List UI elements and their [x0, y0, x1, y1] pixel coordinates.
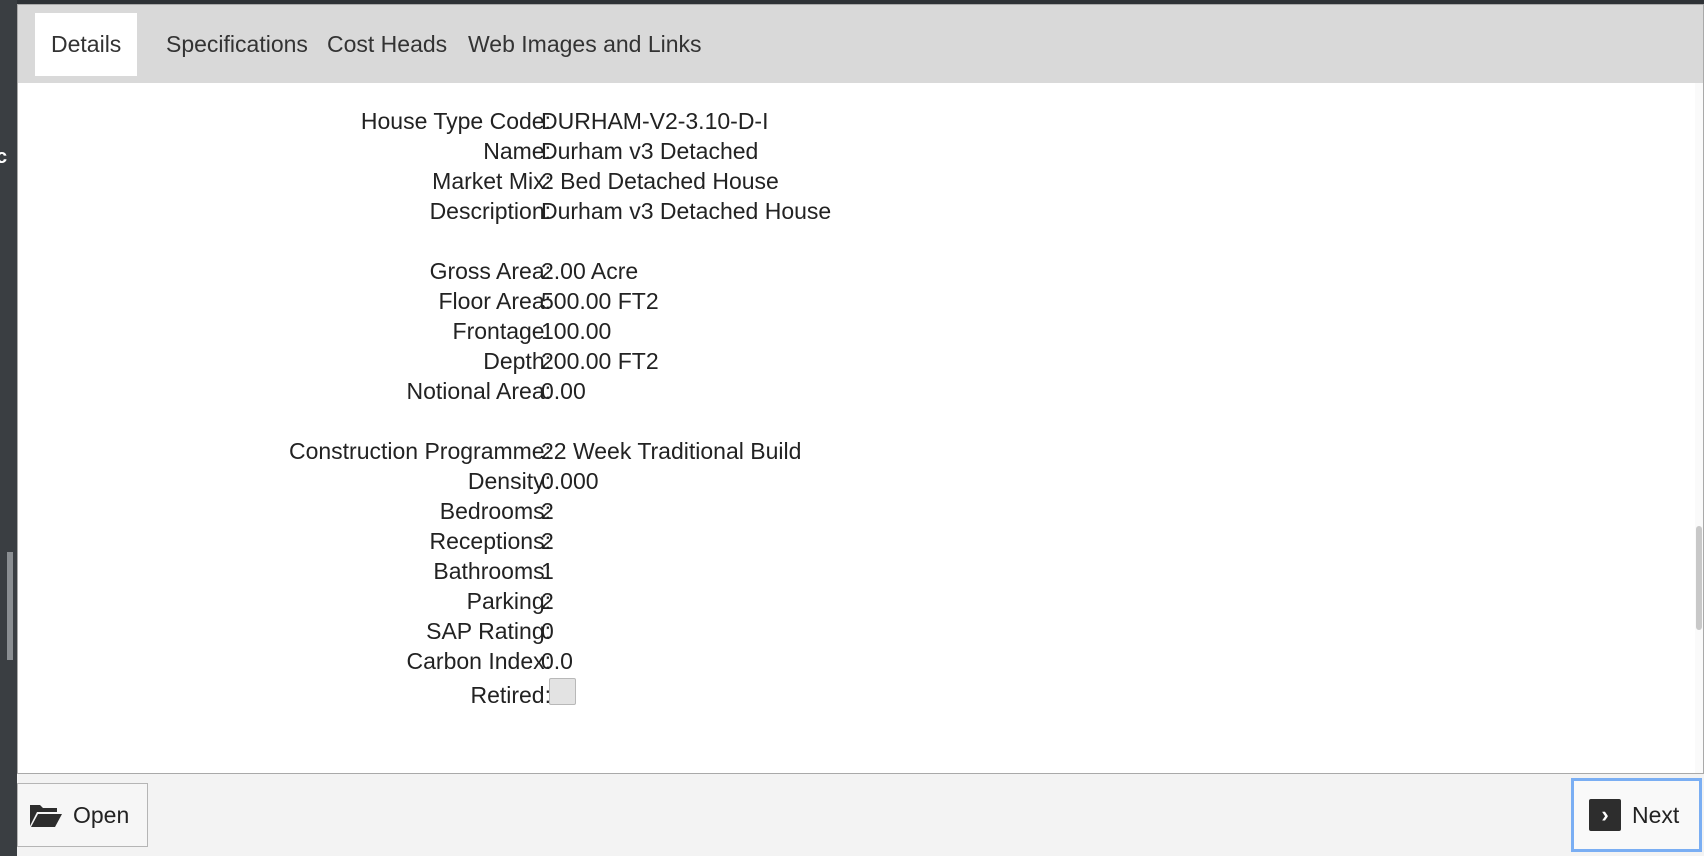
- field-value: 2.00 Acre: [541, 258, 639, 284]
- field-value: 0: [541, 618, 554, 644]
- field-value: 2 Bed Detached House: [541, 168, 779, 194]
- field-label: Name:: [483, 138, 551, 164]
- field-value: 2: [541, 588, 554, 614]
- scrollbar-thumb[interactable]: [1696, 526, 1702, 630]
- background-window-scrollbar: [7, 552, 13, 660]
- field-label: Description:: [429, 198, 551, 224]
- field-label: Parking:: [466, 588, 551, 614]
- open-button[interactable]: Open: [17, 783, 148, 847]
- field-label: Bedrooms:: [439, 498, 551, 524]
- field-value: 500.00 FT2: [541, 288, 659, 314]
- field-value: 0.00: [541, 378, 586, 404]
- field-label: Gross Area:: [429, 258, 551, 284]
- background-window-glyph: c: [0, 146, 8, 168]
- field-value: 0.0: [541, 648, 573, 674]
- retired-checkbox[interactable]: [549, 678, 576, 705]
- vertical-scrollbar[interactable]: [1695, 83, 1703, 773]
- field-label: Carbon Index:: [406, 648, 551, 674]
- field-label: Bathrooms:: [433, 558, 551, 584]
- field-value: 0.000: [541, 468, 599, 494]
- details-form: House Type Code: DURHAM-V2-3.10-D-I Name…: [18, 83, 1703, 773]
- next-button[interactable]: › Next: [1571, 778, 1702, 852]
- chevron-right-icon: ›: [1588, 798, 1622, 832]
- field-label: Construction Programme:: [288, 438, 551, 464]
- field-label: Receptions:: [429, 528, 551, 554]
- field-label: SAP Rating:: [426, 618, 551, 644]
- open-button-label: Open: [73, 801, 130, 828]
- tab-web-images-and-links[interactable]: Web Images and Links: [452, 13, 718, 76]
- field-label: House Type Code:: [360, 108, 551, 134]
- footer-toolbar: Open › Next: [17, 774, 1704, 856]
- field-value: 200.00 FT2: [541, 348, 659, 374]
- field-label: Notional Area:: [406, 378, 551, 404]
- tab-cost-heads[interactable]: Cost Heads: [311, 13, 463, 76]
- house-type-panel: Details Specifications Cost Heads Web Im…: [17, 4, 1704, 774]
- field-value: Durham v3 Detached House: [541, 198, 832, 224]
- field-value: 1: [541, 558, 554, 584]
- field-label: Depth:: [483, 348, 551, 374]
- field-value: 2: [541, 498, 554, 524]
- field-label: Market Mix:: [432, 168, 551, 194]
- field-value: 22 Week Traditional Build: [541, 438, 802, 464]
- field-label: Density:: [467, 468, 551, 494]
- field-label: Frontage:: [452, 318, 551, 344]
- next-button-label: Next: [1632, 801, 1680, 828]
- field-value: Durham v3 Detached: [541, 138, 759, 164]
- folder-open-icon: [29, 798, 63, 832]
- tab-specifications[interactable]: Specifications: [150, 13, 324, 76]
- field-label: Retired:: [470, 682, 551, 708]
- field-label: Floor Area:: [438, 288, 552, 314]
- tab-details[interactable]: Details: [35, 13, 138, 76]
- field-value: 100.00: [541, 318, 612, 344]
- background-window-edge: c: [0, 0, 17, 856]
- field-value: DURHAM-V2-3.10-D-I: [541, 108, 769, 134]
- field-value: 2: [541, 528, 554, 554]
- tab-bar: Details Specifications Cost Heads Web Im…: [18, 5, 1703, 83]
